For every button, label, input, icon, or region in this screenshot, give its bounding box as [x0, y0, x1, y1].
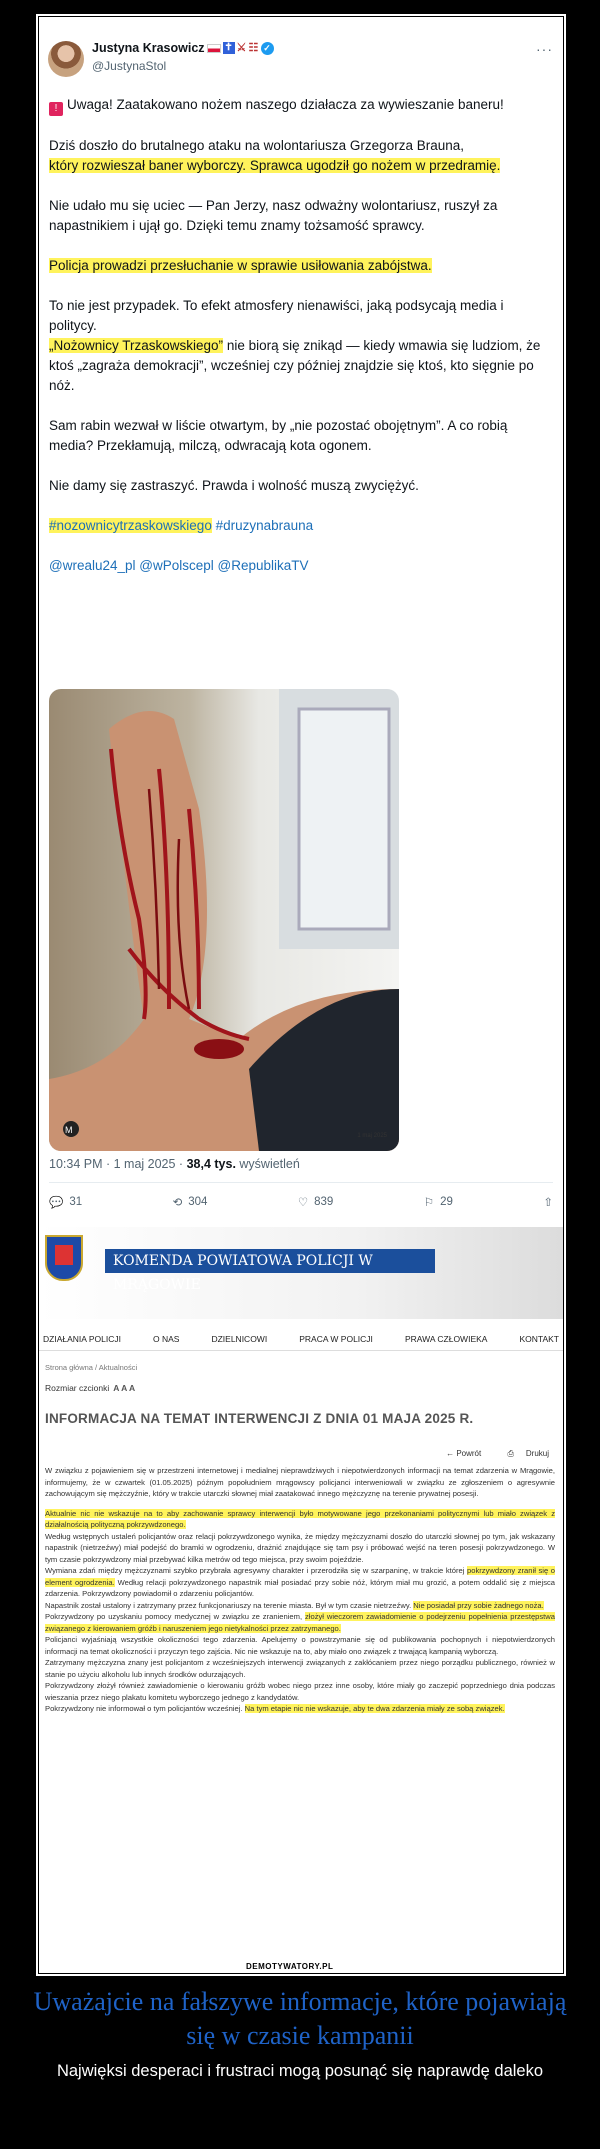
article-paragraph: Napastnik został ustalony i zatrzymany p… — [45, 1600, 414, 1610]
author-handle[interactable]: @JustynaStol — [92, 59, 166, 73]
reply-button[interactable]: 💬 31 — [49, 1195, 82, 1209]
tweet-paragraph: Dziś doszło do brutalnego ataku na wolon… — [49, 138, 464, 153]
article-highlight: Aktualnie nic nie wskazuje na to aby zac… — [45, 1508, 555, 1529]
cross-icon: ✝ — [222, 42, 235, 54]
hashtag-link[interactable]: #nozownicytrzaskowskiego — [49, 518, 212, 533]
watermark: DEMOTYWATORY.PL — [240, 1961, 340, 1972]
police-nav: DZIAŁANIA POLICJI O NAS DZIELNICOWI PRAC… — [39, 1327, 563, 1351]
article-highlight: Na tym etapie nic nie wskazuje, aby te d… — [244, 1704, 505, 1713]
bookmark-icon: ⚐ — [423, 1197, 435, 1209]
tweet-photo[interactable]: M 1 maj 2025 — [49, 689, 399, 1151]
nav-item-o-nas[interactable]: O NAS — [153, 1327, 179, 1350]
police-statement-page: KOMENDA POWIATOWA POLICJI W MRĄGOWIE DZI… — [39, 1227, 563, 1973]
bookmark-count: 29 — [440, 1196, 453, 1208]
poster-title: Uważajcie na fałszywe informacje, które … — [33, 1987, 567, 2050]
article-paragraph: Zatrzymany mężczyzna znany jest policjan… — [45, 1658, 555, 1679]
tweet-paragraph: Sam rabin wezwał w liście otwartym, by „… — [49, 418, 508, 453]
ellipsis-icon[interactable]: ··· — [536, 41, 553, 57]
views-label: wyświetleń — [235, 1157, 300, 1171]
article-highlight: Nie posiadał przy sobie żadnego noża. — [413, 1600, 544, 1610]
tweet-highlight: który rozwieszał baner wyborczy. Sprawca… — [49, 158, 501, 173]
svg-text:M: M — [65, 1125, 73, 1135]
tweet-highlight: Policja prowadzi przesłuchanie w sprawie… — [49, 258, 432, 273]
print-button[interactable]: ⎙ Drukuj — [495, 1449, 549, 1458]
share-icon: ⇧ — [543, 1197, 553, 1209]
nav-item-prawa-czlowieka[interactable]: PRAWA CZŁOWIEKA — [405, 1327, 488, 1350]
article-paragraph: Według wstępnych ustaleń policjantów ora… — [45, 1531, 555, 1564]
injured-arm-photo: M — [49, 689, 399, 1151]
timestamp[interactable]: 10:34 PM · 1 maj 2025 · — [49, 1157, 187, 1171]
tweet-actions: 💬 31 ⟲ 304 ♡ 839 ⚐ 29 ⇧ — [49, 1195, 553, 1209]
sword-icon: ⚔ — [236, 42, 247, 54]
breadcrumb[interactable]: Strona główna / Aktualności — [45, 1363, 137, 1372]
tweet-meta: 10:34 PM · 1 maj 2025 · 38,4 tys. wyświe… — [49, 1157, 300, 1171]
tweet-highlight: „Nożownicy Trzaskowskiego” — [49, 338, 224, 353]
like-button[interactable]: ♡ 839 — [298, 1195, 334, 1209]
police-header: KOMENDA POWIATOWA POLICJI W MRĄGOWIE — [39, 1227, 563, 1319]
article-paragraph: Pokrzywdzony złożył również zawiadomieni… — [45, 1681, 555, 1702]
poster-subtitle: Najwięksi desperaci i frustraci mogą pos… — [56, 2062, 544, 2080]
tweet-paragraph: Nie udało mu się uciec — Pan Jerzy, nasz… — [49, 198, 498, 233]
heart-icon: ♡ — [297, 1197, 309, 1209]
tweet-card: Justyna Krasowicz ✝ ⚔ ☷ ✓ @JustynaStol ·… — [39, 17, 563, 1227]
repost-count: 304 — [188, 1196, 208, 1208]
article-tools: ← Powrót ⎙ Drukuj — [434, 1449, 549, 1459]
reply-count: 31 — [69, 1196, 83, 1208]
avatar[interactable] — [48, 41, 84, 77]
font-size-options[interactable]: A A A — [113, 1383, 135, 1393]
tweet-paragraph: Uwaga! Zaatakowano nożem naszego działac… — [67, 97, 504, 112]
nav-item-kontakt[interactable]: KONTAKT — [519, 1327, 559, 1350]
back-button[interactable]: ← Powrót — [446, 1449, 481, 1458]
author-name[interactable]: Justyna Krasowicz — [92, 41, 205, 55]
article-body: W związku z pojawieniem się w przestrzen… — [45, 1465, 555, 1723]
article-paragraph: Pokrzywdzony po uzyskaniu pomocy medyczn… — [45, 1612, 305, 1621]
author-row[interactable]: Justyna Krasowicz ✝ ⚔ ☷ ✓ — [92, 41, 274, 55]
page-title: INFORMACJA NA TEMAT INTERWENCJI Z DNIA 0… — [45, 1411, 474, 1426]
printer-icon: ⎙ — [507, 1449, 514, 1458]
verified-icon: ✓ — [260, 41, 274, 55]
article-paragraph: Pokrzywdzony nie informował o tym policj… — [45, 1704, 245, 1713]
tweet-text: ! Uwaga! Zaatakowano nożem naszego działa… — [49, 95, 554, 596]
mentions-links[interactable]: @wrealu24_pl @wPolscepl @RepublikaTV — [49, 556, 554, 576]
bookmark-button[interactable]: ⚐ 29 — [424, 1195, 453, 1209]
like-count: 839 — [314, 1196, 334, 1208]
alert-icon: ! — [49, 102, 63, 116]
photo-date-overlay: 1 maj 2025 — [357, 1133, 387, 1139]
divider — [49, 1182, 553, 1183]
ladder-icon: ☷ — [248, 42, 259, 54]
nav-item-dzielnicowi[interactable]: DZIELNICOWI — [211, 1327, 267, 1350]
repost-icon: ⟲ — [172, 1197, 183, 1209]
poland-flag-icon — [206, 43, 221, 53]
print-label: Drukuj — [525, 1449, 549, 1458]
reply-icon: 💬 — [49, 1197, 64, 1209]
share-button[interactable]: ⇧ — [543, 1195, 553, 1209]
nav-item-dzialania[interactable]: DZIAŁANIA POLICJI — [43, 1327, 121, 1350]
font-size-control: Rozmiar czcionki A A A — [45, 1383, 135, 1393]
views-count: 38,4 tys. — [186, 1157, 236, 1171]
hashtag-link[interactable]: #druzynabrauna — [212, 518, 314, 533]
nav-item-praca[interactable]: PRACA W POLICJI — [299, 1327, 373, 1350]
coat-of-arms-icon — [45, 1235, 83, 1281]
tweet-paragraph: Nie damy się zastraszyć. Prawda i wolnoś… — [49, 478, 419, 493]
article-paragraph: Policjanci wyjaśniają wszystkie okoliczn… — [45, 1635, 555, 1656]
article-paragraph: Według relacji pokrzywdzonego napastnik … — [45, 1577, 556, 1599]
repost-button[interactable]: ⟲ 304 — [173, 1195, 208, 1209]
font-size-label: Rozmiar czcionki — [45, 1383, 110, 1393]
article-paragraph: W związku z pojawieniem się w przestrzen… — [45, 1466, 555, 1498]
police-site-title[interactable]: KOMENDA POWIATOWA POLICJI W MRĄGOWIE — [105, 1249, 435, 1293]
tweet-paragraph: To nie jest przypadek. To efekt atmosfer… — [49, 298, 504, 333]
article-paragraph: Wymiana zdań między mężczyznami szybko p… — [45, 1566, 468, 1575]
